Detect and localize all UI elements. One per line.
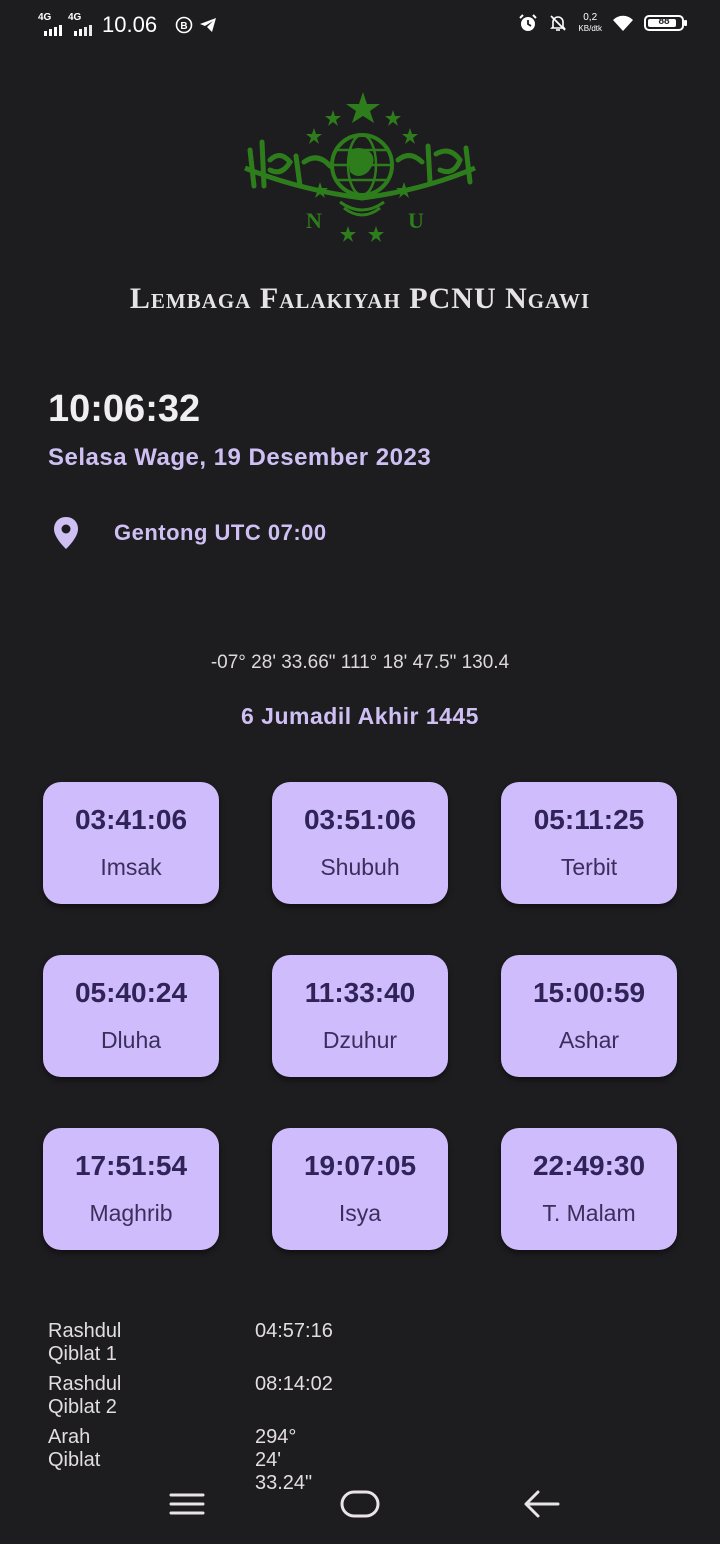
telegram-icon	[200, 18, 217, 32]
speed-unit: KB/dtk	[578, 24, 602, 33]
prayer-card-shubuh[interactable]: 03:51:06 Shubuh	[272, 782, 448, 904]
svg-text:B: B	[180, 21, 187, 32]
prayer-card-ashar[interactable]: 15:00:59 Ashar	[501, 955, 677, 1077]
prayer-time: 05:40:24	[74, 977, 188, 1008]
prayer-card-terbit[interactable]: 05:11:25 Terbit	[501, 782, 677, 904]
prayer-time: 05:11:25	[533, 804, 645, 835]
system-nav-bar	[0, 1470, 720, 1544]
battery-level: 88	[658, 16, 670, 27]
prayer-time: 11:33:40	[304, 977, 416, 1008]
alarm-icon	[519, 14, 538, 31]
prayer-name: Terbit	[560, 854, 618, 880]
prayer-time: 22:49:30	[532, 1150, 646, 1181]
prayer-name: Imsak	[100, 854, 162, 880]
home-icon[interactable]	[338, 1486, 382, 1522]
network-type-1: 4G	[38, 12, 52, 23]
qibla-value: 08:14:02	[255, 1373, 333, 1395]
notifications-off-icon	[550, 15, 567, 31]
b-badge-icon: B	[175, 16, 193, 34]
prayer-name: Maghrib	[89, 1200, 173, 1226]
prayer-time: 17:51:54	[74, 1150, 188, 1181]
back-icon[interactable]	[520, 1486, 564, 1522]
status-bar-left: 4G 4G 10.06 B	[38, 12, 217, 38]
hijri-date: 6 Jumadil Akhir 1445	[241, 703, 479, 729]
qibla-label: Arah Qiblat	[48, 1426, 101, 1471]
prayer-card-dzuhur[interactable]: 11:33:40 Dzuhur	[272, 955, 448, 1077]
speed-value: 0,2	[583, 12, 598, 23]
prayer-card-imsak[interactable]: 03:41:06 Imsak	[43, 782, 219, 904]
prayer-card-dluha[interactable]: 05:40:24 Dluha	[43, 955, 219, 1077]
logo-letter-u: U	[408, 208, 424, 233]
status-bar: 4G 4G 10.06 B 0,2 KB/dtk 88	[0, 0, 720, 54]
prayer-time: 03:41:06	[74, 804, 188, 835]
wifi-icon	[613, 15, 633, 31]
location-name: Gentong UTC 07:00	[114, 520, 327, 545]
current-date: Selasa Wage, 19 Desember 2023	[48, 444, 432, 471]
logo-letter-n: N	[306, 208, 322, 233]
status-bar-right: 0,2 KB/dtk 88	[518, 12, 687, 34]
signal-icon: 4G	[68, 12, 92, 36]
organization-title: Lembaga Falakiyah PCNU Ngawi	[129, 282, 591, 315]
logo-star	[346, 92, 380, 123]
prayer-card-maghrib[interactable]: 17:51:54 Maghrib	[43, 1128, 219, 1250]
prayer-time: 19:07:05	[303, 1150, 417, 1181]
prayer-name: Ashar	[558, 1027, 620, 1053]
nu-logo: N U	[244, 92, 476, 242]
qibla-label: Rashdul Qiblat 2	[48, 1373, 122, 1418]
coordinates: -07° 28' 33.66" 111° 18' 47.5" 130.4	[210, 652, 510, 673]
prayer-name: Shubuh	[320, 854, 400, 880]
prayer-name: Dzuhur	[322, 1027, 398, 1053]
location-pin-icon	[54, 517, 78, 549]
qibla-value: 04:57:16	[255, 1320, 333, 1342]
prayer-card-tahajud[interactable]: 22:49:30 T. Malam	[501, 1128, 677, 1250]
battery-icon: 88	[644, 15, 687, 31]
menu-icon[interactable]	[165, 1486, 209, 1522]
prayer-name: T. Malam	[542, 1200, 636, 1226]
current-time: 10:06:32	[48, 388, 201, 430]
prayer-time: 03:51:06	[303, 804, 417, 835]
location-row[interactable]: Gentong UTC 07:00	[52, 516, 327, 550]
qibla-label: Rashdul Qiblat 1	[48, 1320, 122, 1365]
prayer-name: Isya	[338, 1200, 382, 1226]
network-speed: 0,2 KB/dtk	[578, 12, 602, 34]
status-time: 10.06	[102, 12, 158, 37]
prayer-name: Dluha	[100, 1027, 162, 1053]
signal-icon: 4G	[38, 12, 62, 36]
network-type-2: 4G	[68, 12, 82, 23]
prayer-card-isya[interactable]: 19:07:05 Isya	[272, 1128, 448, 1250]
prayer-time: 15:00:59	[532, 977, 646, 1008]
